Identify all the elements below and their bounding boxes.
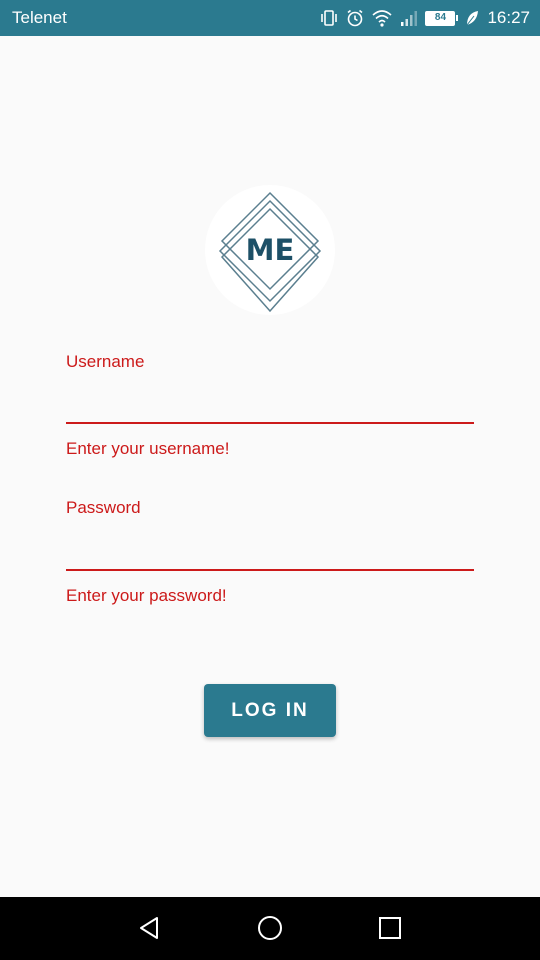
vibrate-icon [319,8,339,28]
recents-icon[interactable] [375,913,405,943]
username-label: Username [66,352,145,371]
password-error: Enter your password! [66,586,227,605]
back-icon[interactable] [135,913,165,943]
password-input[interactable] [66,537,474,571]
signal-icon [399,8,419,28]
wifi-icon [371,8,393,28]
status-bar: Telenet 84 16:27 [0,0,540,36]
home-icon[interactable] [255,913,285,943]
password-label: Password [66,498,141,517]
leaf-icon [465,9,479,27]
app-logo: ME [205,185,335,315]
carrier-name: Telenet [12,8,67,27]
username-error: Enter your username! [66,439,230,458]
login-button[interactable]: LOG IN [204,684,336,737]
alarm-icon [345,8,365,28]
clock: 16:27 [487,8,530,27]
battery-icon: 84 [425,10,459,26]
status-icons: 84 16:27 [319,6,530,30]
username-input[interactable] [66,390,474,424]
navigation-bar [0,897,540,960]
logo-text: ME [245,233,295,267]
